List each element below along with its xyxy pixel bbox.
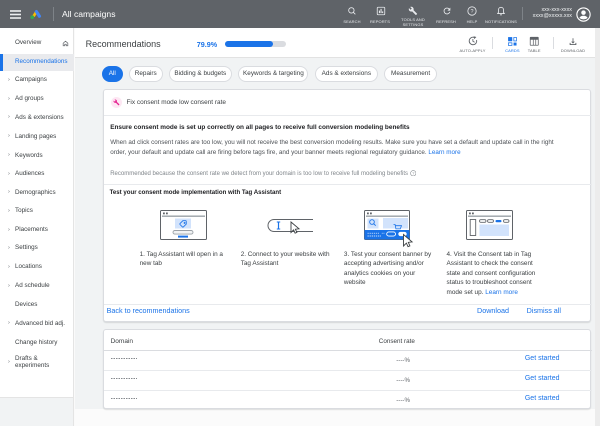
svg-text:?: ? (470, 9, 473, 15)
svg-text:?: ? (412, 171, 414, 175)
